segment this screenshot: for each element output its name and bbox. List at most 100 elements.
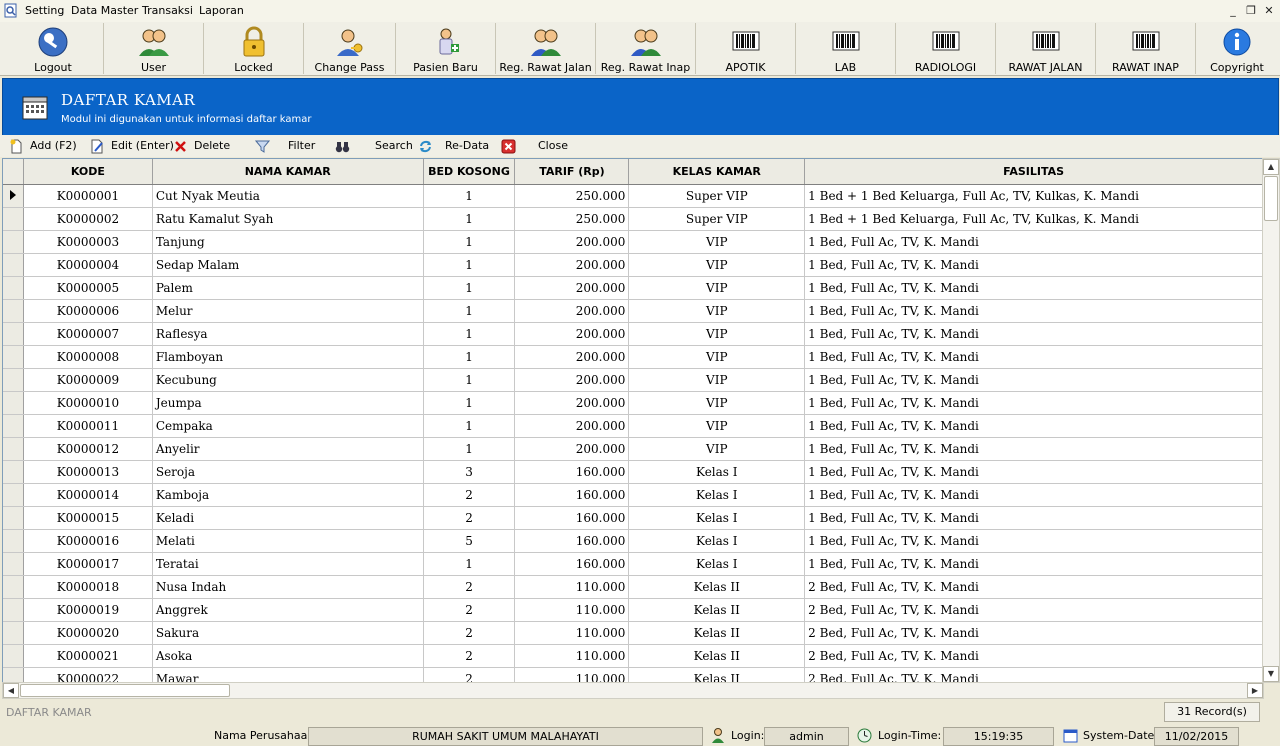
cell-kelas-kamar[interactable]: Super VIP: [628, 207, 806, 231]
cell-tarif[interactable]: 200.000: [514, 230, 630, 254]
cell-bed-kosong[interactable]: 2: [423, 598, 516, 622]
cell-kode[interactable]: K0000003: [23, 230, 153, 254]
cell-kode[interactable]: K0000012: [23, 437, 153, 461]
cell-kelas-kamar[interactable]: VIP: [628, 230, 806, 254]
cell-bed-kosong[interactable]: 1: [423, 299, 516, 323]
cell-tarif[interactable]: 200.000: [514, 322, 630, 346]
scroll-left-icon[interactable]: ◀: [3, 683, 19, 698]
cell-kode[interactable]: K0000017: [23, 552, 153, 576]
kamar-table[interactable]: KODE NAMA KAMAR BED KOSONG TARIF (Rp) KE…: [2, 158, 1264, 683]
cell-bed-kosong[interactable]: 5: [423, 529, 516, 553]
table-row[interactable]: K0000011 Cempaka 1 200.000 VIP 1 Bed, Full Ac…: [3, 414, 1263, 438]
cell-fasilitas[interactable]: 1 Bed, Full Ac, TV, K. Mandi: [804, 299, 1263, 323]
cell-bed-kosong[interactable]: 2: [423, 575, 516, 599]
cell-tarif[interactable]: 200.000: [514, 414, 630, 438]
reg-rawat-inap-button[interactable]: Reg. Rawat Inap: [596, 23, 696, 74]
table-row[interactable]: K0000009 Kecubung 1 200.000 VIP 1 Bed, Full A…: [3, 368, 1263, 392]
cell-tarif[interactable]: 250.000: [514, 184, 630, 208]
cell-kelas-kamar[interactable]: VIP: [628, 368, 806, 392]
row-indicator[interactable]: [3, 621, 24, 645]
cell-nama-kamar[interactable]: Asoka: [152, 644, 424, 668]
cell-nama-kamar[interactable]: Keladi: [152, 506, 424, 530]
cell-bed-kosong[interactable]: 1: [423, 276, 516, 300]
scroll-right-icon[interactable]: ▶: [1247, 683, 1263, 698]
filter-button[interactable]: Filter: [255, 138, 315, 154]
cell-kode[interactable]: K0000009: [23, 368, 153, 392]
row-indicator[interactable]: [3, 391, 24, 415]
restore-icon[interactable]: ❐: [1244, 4, 1258, 17]
cell-kode[interactable]: K0000016: [23, 529, 153, 553]
cell-tarif[interactable]: 110.000: [514, 575, 630, 599]
vertical-scrollbar[interactable]: ▲ ▼: [1262, 158, 1280, 683]
cell-kelas-kamar[interactable]: Kelas II: [628, 621, 806, 645]
row-indicator[interactable]: [3, 299, 24, 323]
cell-kode[interactable]: K0000006: [23, 299, 153, 323]
row-indicator[interactable]: [3, 368, 24, 392]
cell-bed-kosong[interactable]: 1: [423, 437, 516, 461]
cell-tarif[interactable]: 200.000: [514, 391, 630, 415]
table-row[interactable]: K0000016 Melati 5 160.000 Kelas I1 Bed, Full…: [3, 529, 1263, 553]
pasien-baru-button[interactable]: Pasien Baru: [396, 23, 496, 74]
cell-kelas-kamar[interactable]: Kelas I: [628, 529, 806, 553]
menu-transaksi[interactable]: Transaksi: [142, 4, 193, 17]
cell-bed-kosong[interactable]: 1: [423, 414, 516, 438]
cell-tarif[interactable]: 200.000: [514, 299, 630, 323]
cell-nama-kamar[interactable]: Melur: [152, 299, 424, 323]
cell-kode[interactable]: K0000002: [23, 207, 153, 231]
cell-tarif[interactable]: 200.000: [514, 276, 630, 300]
cell-kelas-kamar[interactable]: VIP: [628, 253, 806, 277]
cell-bed-kosong[interactable]: 2: [423, 667, 516, 682]
cell-fasilitas[interactable]: 2 Bed, Full Ac, TV, K. Mandi: [804, 598, 1263, 622]
table-row[interactable]: K0000006 Melur 1 200.000 VIP 1 Bed, Full Ac, …: [3, 299, 1263, 323]
logout-button[interactable]: Logout: [3, 23, 104, 74]
table-row[interactable]: K0000018 Nusa Indah 2 110.000 Kelas II 2 Bed,…: [3, 575, 1263, 599]
table-row[interactable]: K0000002 Ratu Kamalut Syah 1 250.000 Super V…: [3, 207, 1263, 231]
rawat-inap-button[interactable]: RAWAT INAP: [1096, 23, 1196, 74]
row-indicator[interactable]: [3, 575, 24, 599]
cell-kode[interactable]: K0000021: [23, 644, 153, 668]
cell-tarif[interactable]: 250.000: [514, 207, 630, 231]
cell-fasilitas[interactable]: 2 Bed, Full Ac, TV, K. Mandi: [804, 667, 1263, 682]
table-row[interactable]: K0000003 Tanjung 1 200.000 VIP 1 Bed, Full Ac…: [3, 230, 1263, 254]
cell-bed-kosong[interactable]: 2: [423, 644, 516, 668]
column-header-fasilitas[interactable]: FASILITAS: [804, 159, 1263, 185]
table-row[interactable]: K0000022 Mawar 2 110.000 Kelas II 2 Bed, Full…: [3, 667, 1263, 682]
cell-tarif[interactable]: 160.000: [514, 552, 630, 576]
close-window-icon[interactable]: ✕: [1262, 4, 1276, 17]
cell-kode[interactable]: K0000020: [23, 621, 153, 645]
cell-fasilitas[interactable]: 1 Bed, Full Ac, TV, K. Mandi: [804, 391, 1263, 415]
cell-kelas-kamar[interactable]: VIP: [628, 276, 806, 300]
cell-fasilitas[interactable]: 1 Bed + 1 Bed Keluarga, Full Ac, TV, Kul…: [804, 184, 1263, 208]
cell-nama-kamar[interactable]: Tanjung: [152, 230, 424, 254]
search-button[interactable]: Search: [335, 138, 413, 154]
cell-fasilitas[interactable]: 1 Bed, Full Ac, TV, K. Mandi: [804, 529, 1263, 553]
delete-button[interactable]: Delete: [173, 138, 230, 154]
cell-bed-kosong[interactable]: 1: [423, 391, 516, 415]
table-row[interactable]: K0000010 Jeumpa 1 200.000 VIP 1 Bed, Full Ac,…: [3, 391, 1263, 415]
cell-bed-kosong[interactable]: 1: [423, 230, 516, 254]
table-row[interactable]: K0000001 Cut Nyak Meutia 1 250.000 Super VIP…: [3, 184, 1263, 208]
table-row[interactable]: K0000012 Anyelir 1 200.000 VIP 1 Bed, Full Ac…: [3, 437, 1263, 461]
row-indicator[interactable]: [3, 483, 24, 507]
cell-kelas-kamar[interactable]: VIP: [628, 391, 806, 415]
minimize-icon[interactable]: _: [1226, 4, 1240, 17]
cell-kelas-kamar[interactable]: VIP: [628, 437, 806, 461]
edit-button[interactable]: Edit (Enter): [90, 138, 174, 154]
table-row[interactable]: K0000020 Sakura 2 110.000 Kelas II 2 Bed, Ful…: [3, 621, 1263, 645]
cell-fasilitas[interactable]: 1 Bed, Full Ac, TV, K. Mandi: [804, 230, 1263, 254]
cell-fasilitas[interactable]: 1 Bed, Full Ac, TV, K. Mandi: [804, 345, 1263, 369]
cell-kode[interactable]: K0000014: [23, 483, 153, 507]
cell-fasilitas[interactable]: 1 Bed, Full Ac, TV, K. Mandi: [804, 322, 1263, 346]
column-header-tarif[interactable]: TARIF (Rp): [514, 159, 630, 185]
cell-fasilitas[interactable]: 2 Bed, Full Ac, TV, K. Mandi: [804, 621, 1263, 645]
row-indicator[interactable]: [3, 460, 24, 484]
row-indicator[interactable]: [3, 276, 24, 300]
row-indicator[interactable]: [3, 414, 24, 438]
cell-bed-kosong[interactable]: 1: [423, 184, 516, 208]
cell-bed-kosong[interactable]: 1: [423, 552, 516, 576]
row-indicator[interactable]: [3, 230, 24, 254]
cell-kelas-kamar[interactable]: Super VIP: [628, 184, 806, 208]
column-header-nama-kamar[interactable]: NAMA KAMAR: [152, 159, 424, 185]
cell-nama-kamar[interactable]: Sedap Malam: [152, 253, 424, 277]
cell-nama-kamar[interactable]: Ratu Kamalut Syah: [152, 207, 424, 231]
